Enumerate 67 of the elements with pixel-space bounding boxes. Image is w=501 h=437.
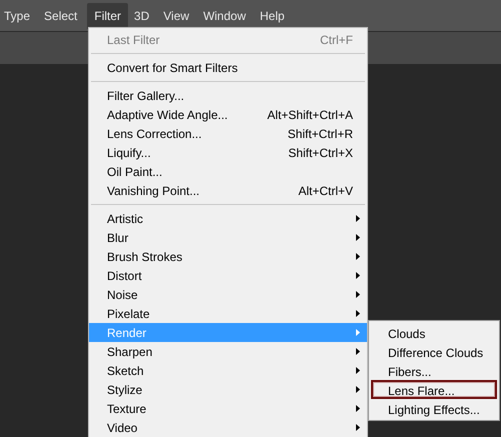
menu-item[interactable]: Lens Flare...: [371, 380, 497, 399]
menu-item-label: Blur: [107, 230, 128, 244]
menu-item[interactable]: Filter Gallery...: [89, 86, 367, 105]
submenu-arrow-icon: [356, 253, 360, 260]
submenu-arrow-icon: [356, 424, 360, 431]
menu-item-label: Adaptive Wide Angle...: [107, 108, 228, 122]
shortcut-label: Alt+Ctrl+V: [298, 184, 353, 198]
menu-item[interactable]: Adaptive Wide Angle... Alt+Shift+Ctrl+A: [89, 105, 367, 124]
menu-item[interactable]: Noise: [89, 285, 367, 304]
menu-item[interactable]: Texture: [89, 399, 367, 418]
submenu-arrow-icon: [356, 348, 360, 355]
submenu-arrow-icon: [356, 367, 360, 374]
menu-item[interactable]: Distort: [89, 266, 367, 285]
menu-item-label: Distort: [107, 268, 142, 282]
shortcut-label: Alt+Shift+Ctrl+A: [267, 108, 353, 122]
shortcut-label: Ctrl+F: [320, 32, 353, 46]
menu-item[interactable]: Blur: [89, 228, 367, 247]
menu-item[interactable]: Difference Clouds: [371, 342, 497, 361]
menu-item-label: Oil Paint...: [107, 164, 162, 178]
menu-item-label: Pixelate: [107, 306, 150, 320]
submenu-arrow-icon: [356, 291, 360, 298]
menu-item-label: Liquify...: [107, 146, 151, 160]
menu-item-label: Render: [107, 326, 146, 340]
submenu-arrow-icon: [356, 272, 360, 279]
submenu-arrow-icon: [356, 234, 360, 241]
shortcut-label: Shift+Ctrl+X: [288, 146, 353, 160]
menu-bar-item[interactable]: Window: [199, 2, 254, 28]
menu-item[interactable]: Sketch: [89, 361, 367, 380]
menu-item-label: Brush Strokes: [107, 250, 182, 264]
menu-item[interactable]: Pixelate: [89, 304, 367, 323]
menu-bar-item[interactable]: 3D: [130, 2, 158, 28]
submenu-arrow-icon: [356, 405, 360, 412]
submenu-arrow-icon: [356, 386, 360, 393]
menu-item[interactable]: Sharpen: [89, 342, 367, 361]
menu-item[interactable]: Video: [89, 418, 367, 437]
menu-item-label: Last Filter: [107, 32, 160, 46]
menu-bar-item[interactable]: Select: [40, 2, 86, 28]
menu-item[interactable]: Stylize: [89, 380, 367, 399]
menu-item-label: Video: [107, 420, 138, 434]
menu-item-label: Texture: [107, 402, 146, 416]
menu-item[interactable]: Lighting Effects...: [371, 399, 497, 418]
menu-item-label: Convert for Smart Filters: [107, 60, 238, 74]
menu-bar-item[interactable]: Type: [0, 2, 38, 28]
menu-item[interactable]: Clouds: [371, 323, 497, 342]
menu-item-label: Filter Gallery...: [107, 88, 184, 102]
menu-item[interactable]: Vanishing Point... Alt+Ctrl+V: [89, 181, 367, 200]
menu-item[interactable]: Lens Correction... Shift+Ctrl+R: [89, 124, 367, 143]
menu-item-label: Sketch: [107, 364, 144, 378]
menu-item[interactable]: Brush Strokes: [89, 247, 367, 266]
menu-item-label: Noise: [107, 288, 138, 302]
menu-item-label: Vanishing Point...: [107, 184, 200, 198]
menu-item-label: Lens Correction...: [107, 126, 202, 140]
menu-item[interactable]: Fibers...: [371, 361, 497, 380]
menu-item[interactable]: Artistic: [89, 209, 367, 228]
menu-item-label: Artistic: [107, 212, 143, 226]
menu-bar-item[interactable]: View: [159, 2, 198, 28]
menu-bar-item[interactable]: Filter: [87, 2, 128, 28]
submenu-arrow-icon: [356, 329, 360, 336]
menu-bar-item[interactable]: Help: [256, 2, 293, 28]
menu-item[interactable]: Liquify... Shift+Ctrl+X: [89, 143, 367, 162]
menu-item-label: Stylize: [107, 382, 142, 396]
menu-item[interactable]: Convert for Smart Filters: [89, 58, 367, 77]
menu-item[interactable]: Oil Paint...: [89, 162, 367, 181]
menu-item-label: Sharpen: [107, 344, 152, 358]
submenu-arrow-icon: [356, 310, 360, 317]
submenu-arrow-icon: [356, 215, 360, 222]
shortcut-label: Shift+Ctrl+R: [288, 126, 353, 140]
